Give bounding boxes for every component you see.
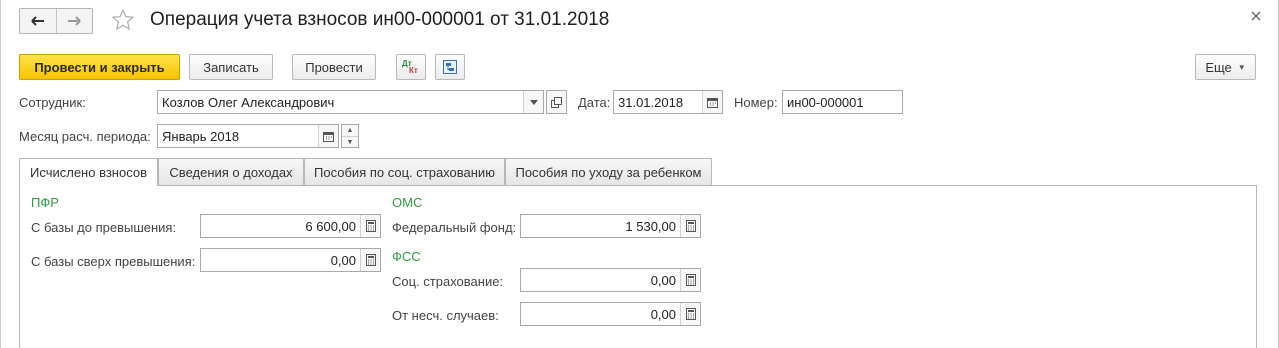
save-button[interactable]: Записать — [189, 54, 273, 80]
period-calendar-button[interactable] — [318, 125, 338, 147]
pfr-base-below-field[interactable]: 6 600,00 — [200, 214, 381, 238]
pfr-base-below-value: 6 600,00 — [305, 218, 356, 234]
dt-kt-button[interactable]: Дт Кт — [396, 54, 426, 80]
back-button[interactable] — [20, 9, 56, 33]
pfr-base-below-label: С базы до превышения: — [31, 220, 177, 235]
chevron-down-icon — [529, 99, 538, 105]
date-field[interactable]: 31.01.2018 — [613, 90, 723, 114]
tab-childcare-benefits[interactable]: Пособия по уходу за ребенком — [505, 158, 712, 185]
forward-button[interactable] — [55, 9, 93, 33]
calculator-icon — [365, 220, 376, 232]
oms-section-title: ОМС — [392, 195, 423, 210]
fss-social-field[interactable]: 0,00 — [520, 268, 701, 292]
post-and-close-button[interactable]: Провести и закрыть — [19, 54, 180, 80]
calculator-button[interactable] — [680, 303, 700, 325]
more-button[interactable]: Еще ▼ — [1195, 54, 1256, 80]
date-label: Дата: — [578, 95, 611, 110]
employee-label: Сотрудник: — [19, 95, 86, 110]
calculator-icon — [685, 308, 696, 320]
calendar-icon — [707, 97, 718, 108]
open-window-icon — [551, 96, 562, 108]
number-field[interactable]: ин00-000001 — [782, 90, 903, 114]
chevron-down-icon: ▼ — [1237, 62, 1246, 72]
oms-federal-field[interactable]: 1 530,00 — [520, 214, 701, 238]
employee-field[interactable]: Козлов Олег Александрович — [157, 90, 544, 114]
date-value: 31.01.2018 — [618, 94, 684, 110]
oms-federal-value: 1 530,00 — [625, 218, 676, 234]
pfr-base-above-value: 0,00 — [330, 252, 356, 268]
tab-calculated-contributions[interactable]: Исчислено взносов — [19, 158, 158, 186]
employee-value: Козлов Олег Александрович — [162, 94, 335, 110]
tab-social-insurance-benefits[interactable]: Пособия по соц. страхованию — [304, 158, 505, 185]
pfr-base-above-field[interactable]: 0,00 — [200, 248, 381, 272]
period-value: Январь 2018 — [162, 128, 240, 144]
pfr-base-above-label: С базы сверх превышения: — [31, 254, 196, 269]
pfr-section-title: ПФР — [31, 195, 59, 210]
calculator-button[interactable] — [360, 215, 380, 237]
structure-button[interactable] — [435, 54, 465, 80]
form-window: Операция учета взносов ин00-000001 от 31… — [0, 0, 1279, 348]
period-stepper[interactable]: ▲ ▼ — [341, 124, 359, 148]
period-field[interactable]: Январь 2018 — [157, 124, 339, 148]
calculator-icon — [685, 274, 696, 286]
calculator-icon — [685, 220, 696, 232]
number-label: Номер: — [734, 95, 778, 110]
more-button-label: Еще — [1205, 59, 1232, 75]
calculator-icon — [365, 254, 376, 266]
date-calendar-button[interactable] — [702, 91, 722, 113]
dt-kt-icon: Дт Кт — [402, 59, 420, 75]
fss-accident-field[interactable]: 0,00 — [520, 302, 701, 326]
arrow-right-icon — [68, 16, 81, 26]
period-up-arrow-icon[interactable]: ▲ — [342, 125, 358, 136]
tab-income-info[interactable]: Сведения о доходах — [158, 158, 304, 185]
fss-social-value: 0,00 — [650, 272, 676, 288]
favorite-star-icon[interactable] — [111, 8, 135, 32]
employee-open-button[interactable] — [546, 90, 567, 114]
fss-accident-value: 0,00 — [650, 306, 676, 322]
calculator-button[interactable] — [680, 269, 700, 291]
arrow-left-icon — [31, 16, 44, 26]
oms-federal-label: Федеральный фонд: — [392, 220, 517, 235]
fss-social-label: Соц. страхование: — [392, 274, 504, 289]
page-title: Операция учета взносов ин00-000001 от 31… — [150, 9, 610, 30]
fss-accident-label: От несч. случаев: — [392, 308, 499, 323]
post-button[interactable]: Провести — [292, 54, 376, 80]
kt-label: Кт — [409, 66, 418, 75]
fss-section-title: ФСС — [392, 249, 421, 264]
document-structure-icon — [443, 60, 457, 74]
period-down-arrow-icon[interactable]: ▼ — [342, 136, 358, 147]
navigation-buttons — [19, 8, 93, 34]
close-icon[interactable] — [1250, 10, 1262, 22]
calendar-icon — [323, 131, 334, 142]
employee-dropdown-button[interactable] — [523, 91, 543, 113]
calculator-button[interactable] — [360, 249, 380, 271]
calculator-button[interactable] — [680, 215, 700, 237]
period-label: Месяц расч. периода: — [19, 129, 151, 144]
number-value: ин00-000001 — [787, 94, 864, 110]
